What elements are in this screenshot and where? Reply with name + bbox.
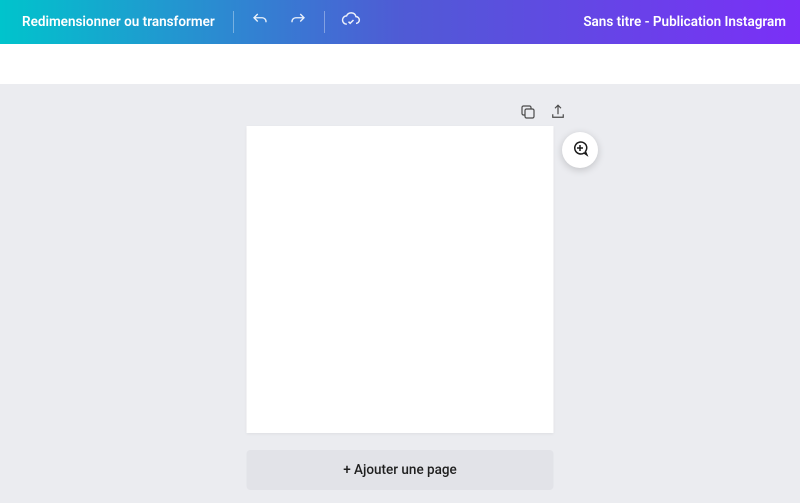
canvas-container <box>247 126 554 433</box>
undo-button[interactable] <box>244 6 276 38</box>
context-toolbar <box>0 44 800 84</box>
page-tools <box>518 104 568 124</box>
top-bar: Redimensionner ou transformer Sans titre… <box>0 0 800 44</box>
duplicate-icon <box>519 103 537 125</box>
document-title[interactable]: Sans titre - Publication Instagram <box>583 14 786 30</box>
separator <box>233 11 234 33</box>
cloud-check-icon <box>341 10 361 34</box>
workspace: + Ajouter une page <box>0 84 800 503</box>
comment-icon <box>571 139 589 161</box>
share-page-button[interactable] <box>548 104 568 124</box>
canvas-page[interactable] <box>247 126 554 433</box>
upload-icon <box>549 103 567 125</box>
resize-transform-button[interactable]: Redimensionner ou transformer <box>14 8 223 36</box>
add-page-label: + Ajouter une page <box>343 462 457 478</box>
cloud-sync-button[interactable] <box>335 6 367 38</box>
duplicate-page-button[interactable] <box>518 104 538 124</box>
redo-button[interactable] <box>282 6 314 38</box>
redo-icon <box>289 11 307 33</box>
comment-fab[interactable] <box>562 132 598 168</box>
undo-icon <box>251 11 269 33</box>
add-page-button[interactable]: + Ajouter une page <box>247 450 554 490</box>
separator <box>324 11 325 33</box>
